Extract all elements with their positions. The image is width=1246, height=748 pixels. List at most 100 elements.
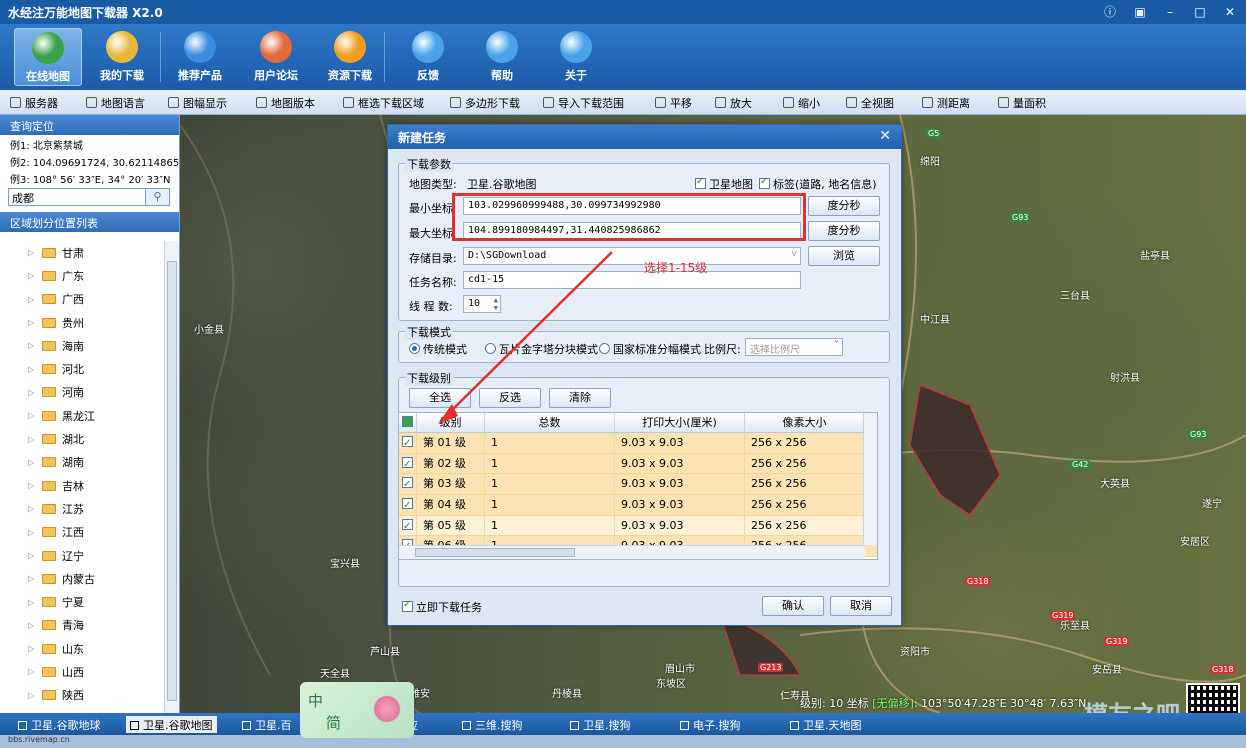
table-hscroll[interactable] xyxy=(399,545,865,559)
expand-arrow-icon[interactable]: ▷ xyxy=(28,644,36,653)
province-item[interactable]: ▷ 陕西 xyxy=(0,684,164,707)
expand-arrow-icon[interactable]: ▷ xyxy=(28,411,36,420)
map-source-tab[interactable]: 三维.搜狗 xyxy=(458,716,527,733)
scale-select[interactable]: 选择比例尺 ˅ xyxy=(745,338,843,356)
expand-arrow-icon[interactable]: ▷ xyxy=(28,248,36,257)
map-tool-0[interactable]: 服务器 xyxy=(10,95,58,111)
expand-arrow-icon[interactable]: ▷ xyxy=(28,365,36,374)
search-button[interactable]: ⚲ xyxy=(146,188,170,206)
mode-standard-radio[interactable]: 国家标准分幅模式 xyxy=(599,341,701,357)
mode-traditional-radio[interactable]: 传统模式 xyxy=(409,341,467,357)
map-tool-7[interactable]: 平移 xyxy=(655,95,692,111)
maximize-button[interactable]: □ xyxy=(1190,3,1210,21)
row-checkbox[interactable] xyxy=(399,453,417,475)
close-button[interactable]: ✕ xyxy=(1220,3,1240,21)
map-tool-12[interactable]: 量面积 xyxy=(998,95,1046,111)
max-dms-button[interactable]: 度分秒 xyxy=(808,221,880,241)
expand-arrow-icon[interactable]: ▷ xyxy=(28,551,36,560)
label-checkbox[interactable]: 标签(道路, 地名信息) xyxy=(759,176,877,192)
toolbar-button-1[interactable]: 我的下载 xyxy=(88,28,156,86)
stepper-arrows-icon[interactable]: ▲ ▼ xyxy=(494,296,498,312)
satellite-checkbox[interactable]: 卫星地图 xyxy=(695,176,753,192)
expand-arrow-icon[interactable]: ▷ xyxy=(28,318,36,327)
province-item[interactable]: ▷ 内蒙古 xyxy=(0,567,164,590)
skin-icon[interactable]: ▣ xyxy=(1130,3,1150,21)
tree-scrollbar[interactable] xyxy=(164,241,179,713)
row-checkbox[interactable] xyxy=(399,433,417,454)
map-source-tab[interactable]: 卫星.天地图 xyxy=(786,716,866,733)
dir-select[interactable]: D:\SGDownload ˅ xyxy=(463,247,801,265)
map-source-tab[interactable]: 电子.搜狗 xyxy=(676,716,745,733)
table-row[interactable]: 第 05 级19.03 x 9.03256 x 256 xyxy=(399,515,877,537)
province-item[interactable]: ▷ 吉林 xyxy=(0,474,164,497)
province-item[interactable]: ▷ 甘肃 xyxy=(0,241,164,264)
province-item[interactable]: ▷ 辽宁 xyxy=(0,544,164,567)
toolbar-button-0[interactable]: 在线地图 xyxy=(14,28,82,86)
expand-arrow-icon[interactable]: ▷ xyxy=(28,574,36,583)
expand-arrow-icon[interactable]: ▷ xyxy=(28,528,36,537)
toolbar-button-3[interactable]: 用户论坛 xyxy=(242,28,310,86)
expand-arrow-icon[interactable]: ▷ xyxy=(28,435,36,444)
info-icon[interactable]: ⓘ xyxy=(1100,3,1120,21)
ime-widget[interactable]: 中 简 xyxy=(300,682,414,738)
province-item[interactable]: ▷ 河北 xyxy=(0,357,164,380)
row-checkbox[interactable] xyxy=(399,515,417,537)
search-input[interactable]: 成都 xyxy=(8,188,146,206)
cancel-button[interactable]: 取消 xyxy=(830,596,892,616)
confirm-button[interactable]: 确认 xyxy=(762,596,824,616)
map-source-tab[interactable]: 卫星.谷歌地球 xyxy=(14,716,105,733)
map-tool-1[interactable]: 地图语言 xyxy=(86,95,145,111)
map-tool-6[interactable]: 导入下载范围 xyxy=(543,95,624,111)
expand-arrow-icon[interactable]: ▷ xyxy=(28,691,36,700)
toolbar-button-2[interactable]: 推荐产品 xyxy=(166,28,234,86)
map-tool-2[interactable]: 图幅显示 xyxy=(168,95,227,111)
table-row[interactable]: 第 04 级19.03 x 9.03256 x 256 xyxy=(399,495,877,516)
map-tool-9[interactable]: 缩小 xyxy=(783,95,820,111)
province-item[interactable]: ▷ 宁夏 xyxy=(0,590,164,613)
province-item[interactable]: ▷ 黑龙江 xyxy=(0,404,164,427)
map-tool-8[interactable]: 放大 xyxy=(715,95,752,111)
map-source-tab[interactable]: 卫星.百 xyxy=(238,716,296,733)
dialog-close-button[interactable]: ✕ xyxy=(879,128,891,144)
minimize-button[interactable]: – xyxy=(1160,3,1180,21)
table-vscroll[interactable] xyxy=(863,413,877,545)
province-item[interactable]: ▷ 海南 xyxy=(0,334,164,357)
province-item[interactable]: ▷ 广东 xyxy=(0,264,164,287)
map-source-tab[interactable]: 卫星.搜狗 xyxy=(566,716,635,733)
expand-arrow-icon[interactable]: ▷ xyxy=(28,388,36,397)
min-dms-button[interactable]: 度分秒 xyxy=(808,196,880,216)
table-row[interactable]: 第 02 级19.03 x 9.03256 x 256 xyxy=(399,453,877,475)
threads-stepper[interactable]: 10 ▲ ▼ xyxy=(463,295,501,313)
toolbar-button-6[interactable]: 帮助 xyxy=(468,28,536,86)
province-item[interactable]: ▷ 河南 xyxy=(0,381,164,404)
map-tool-10[interactable]: 全视图 xyxy=(846,95,894,111)
expand-arrow-icon[interactable]: ▷ xyxy=(28,667,36,676)
map-tool-4[interactable]: 框选下载区域 xyxy=(343,95,424,111)
toolbar-button-7[interactable]: 关于 xyxy=(542,28,610,86)
expand-arrow-icon[interactable]: ▷ xyxy=(28,598,36,607)
invert-button[interactable]: 反选 xyxy=(479,388,541,408)
table-row[interactable]: 第 03 级19.03 x 9.03256 x 256 xyxy=(399,474,877,495)
scroll-thumb[interactable] xyxy=(415,548,575,557)
map-source-tab[interactable]: 卫星.谷歌地图 xyxy=(126,716,217,733)
province-item[interactable]: ▷ 青海 xyxy=(0,614,164,637)
row-checkbox[interactable] xyxy=(399,474,417,495)
province-item[interactable]: ▷ 广西 xyxy=(0,288,164,311)
expand-arrow-icon[interactable]: ▷ xyxy=(28,295,36,304)
province-item[interactable]: ▷ 江西 xyxy=(0,521,164,544)
expand-arrow-icon[interactable]: ▷ xyxy=(28,458,36,467)
province-item[interactable]: ▷ 山东 xyxy=(0,637,164,660)
map-tool-5[interactable]: 多边形下载 xyxy=(450,95,520,111)
table-row[interactable]: 第 01 级19.03 x 9.03256 x 256 xyxy=(399,433,877,454)
select-all-button[interactable]: 全选 xyxy=(409,388,471,408)
clear-button[interactable]: 清除 xyxy=(549,388,611,408)
expand-arrow-icon[interactable]: ▷ xyxy=(28,621,36,630)
header-checkbox-cell[interactable] xyxy=(399,413,417,432)
toolbar-button-4[interactable]: 资源下载 xyxy=(316,28,384,86)
expand-arrow-icon[interactable]: ▷ xyxy=(28,271,36,280)
province-item[interactable]: ▷ 江苏 xyxy=(0,497,164,520)
expand-arrow-icon[interactable]: ▷ xyxy=(28,481,36,490)
expand-arrow-icon[interactable]: ▷ xyxy=(28,341,36,350)
task-name-input[interactable]: cd1-15 xyxy=(463,271,801,289)
province-item[interactable]: ▷ 山西 xyxy=(0,660,164,683)
